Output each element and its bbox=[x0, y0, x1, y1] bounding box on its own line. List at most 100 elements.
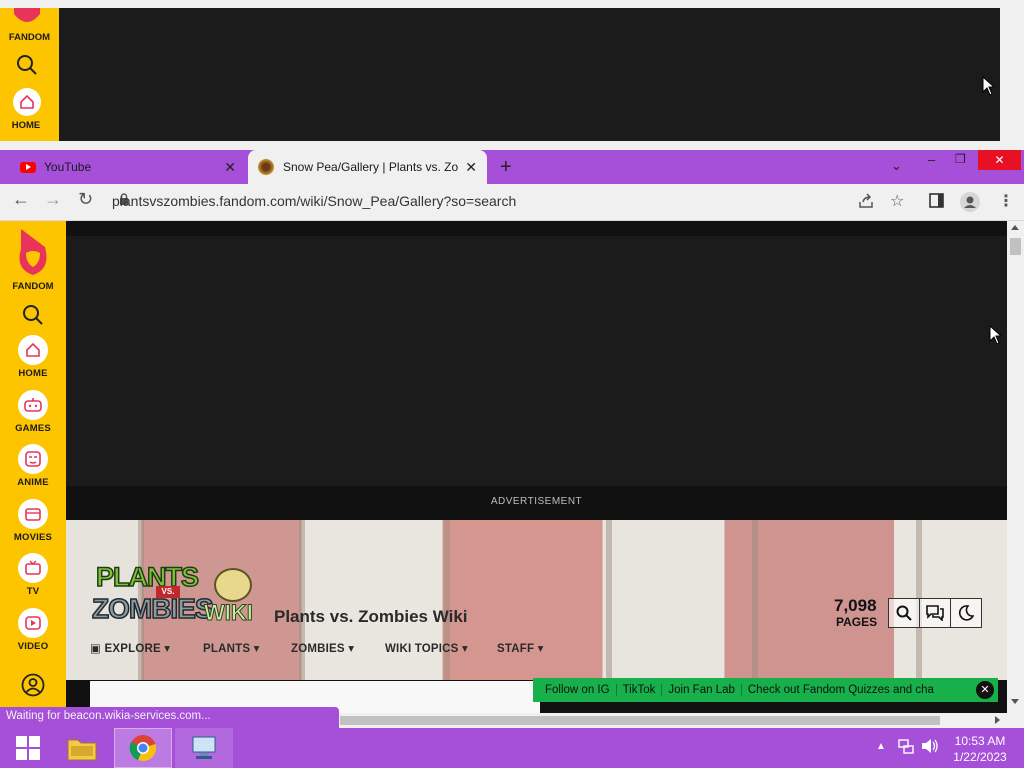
rail-item-games[interactable]: GAMES bbox=[0, 390, 66, 434]
reload-icon[interactable]: ↻ bbox=[78, 189, 93, 210]
youtube-icon bbox=[20, 161, 36, 173]
wiki-search-button[interactable] bbox=[888, 598, 920, 628]
share-icon[interactable] bbox=[858, 193, 874, 214]
nav-label: ZOMBIES bbox=[291, 643, 345, 655]
profile-icon[interactable] bbox=[960, 192, 980, 217]
promo-link-quizzes[interactable]: Check out Fandom Quizzes and cha bbox=[742, 684, 948, 696]
windows-logo-icon bbox=[16, 736, 40, 760]
menu-kebab-icon[interactable]: ⋮ bbox=[998, 191, 1014, 211]
home-icon bbox=[18, 335, 48, 365]
video-ad-area[interactable] bbox=[66, 236, 1007, 486]
logo-text-zombies: ZOMBIES bbox=[91, 592, 214, 625]
restore-button[interactable]: ❐ bbox=[955, 152, 966, 166]
hscrollbar-thumb[interactable] bbox=[340, 716, 940, 725]
volume-icon[interactable] bbox=[921, 738, 939, 757]
chrome-icon bbox=[129, 735, 157, 762]
scroll-right-arrow-icon[interactable] bbox=[995, 716, 1000, 724]
pages-label: PAGES bbox=[836, 615, 878, 629]
logo-text-wiki: WIKI bbox=[204, 600, 254, 626]
tray-overflow-chevron-icon[interactable]: ▲ bbox=[876, 741, 886, 752]
gamepad-icon bbox=[18, 390, 48, 420]
book-icon: ▣ bbox=[90, 643, 102, 655]
nav-wiki-topics[interactable]: WIKI TOPICS ▾ bbox=[385, 641, 468, 655]
taskbar-file-explorer[interactable] bbox=[54, 728, 110, 768]
tab-title: YouTube bbox=[44, 160, 92, 174]
taskbar-chrome[interactable] bbox=[114, 728, 172, 768]
rail-item-label: VIDEO bbox=[17, 641, 49, 652]
nav-staff[interactable]: STAFF ▾ bbox=[497, 641, 544, 655]
background-fandom-rail: FANDOM HOME bbox=[0, 8, 59, 141]
anime-icon bbox=[18, 444, 48, 474]
pages-count: 7,098 bbox=[834, 596, 877, 615]
close-promo-icon[interactable]: ✕ bbox=[976, 681, 994, 699]
taskbar-clock[interactable]: 10:53 AM 1/22/2023 bbox=[944, 733, 1016, 765]
close-tab-icon[interactable]: ✕ bbox=[224, 159, 236, 176]
caret-down-icon: ▾ bbox=[253, 643, 260, 655]
rail-item-home[interactable]: HOME bbox=[0, 335, 66, 379]
promo-link-ig[interactable]: Follow on IG bbox=[533, 684, 617, 696]
close-tab-icon[interactable]: ✕ bbox=[465, 159, 477, 176]
wiki-logo[interactable]: PLANTS VS. ZOMBIES WIKI bbox=[91, 561, 257, 632]
rail-item-movies[interactable]: MOVIES bbox=[0, 499, 66, 543]
home-icon[interactable] bbox=[13, 88, 41, 116]
caret-down-icon: ▾ bbox=[537, 643, 544, 655]
close-window-button[interactable]: ✕ bbox=[978, 150, 1021, 170]
fandom-brand-label: FANDOM bbox=[12, 281, 54, 292]
minimize-button[interactable]: – bbox=[928, 152, 935, 167]
rail-item-video[interactable]: VIDEO bbox=[0, 608, 66, 652]
network-icon[interactable] bbox=[898, 738, 914, 757]
tv-icon bbox=[18, 553, 48, 583]
background-video-area bbox=[59, 8, 1000, 141]
nav-label: STAFF bbox=[497, 643, 535, 655]
scroll-up-arrow-icon[interactable] bbox=[1011, 225, 1019, 230]
wiki-title[interactable]: Plants vs. Zombies Wiki bbox=[274, 607, 468, 627]
theme-toggle-button[interactable] bbox=[950, 598, 982, 628]
nav-label: EXPLORE bbox=[104, 643, 161, 655]
bookmark-star-icon[interactable]: ☆ bbox=[890, 191, 904, 211]
video-icon bbox=[18, 608, 48, 638]
scroll-down-arrow-icon[interactable] bbox=[1011, 699, 1019, 704]
rail-item-label: HOME bbox=[18, 368, 48, 379]
side-panel-icon[interactable] bbox=[929, 193, 944, 213]
scrollbar-thumb[interactable] bbox=[1010, 238, 1021, 255]
discussions-button[interactable] bbox=[919, 598, 951, 628]
nav-plants[interactable]: PLANTS ▾ bbox=[203, 641, 260, 655]
logo-text-plants: PLANTS bbox=[95, 561, 200, 593]
nav-zombies[interactable]: ZOMBIES ▾ bbox=[291, 641, 354, 655]
forward-arrow-icon[interactable]: → bbox=[44, 189, 62, 210]
clock-time: 10:53 AM bbox=[954, 734, 1006, 748]
pvz-favicon bbox=[258, 159, 274, 175]
search-icon[interactable] bbox=[22, 304, 44, 331]
promo-link-tiktok[interactable]: TikTok bbox=[617, 684, 663, 696]
tab-search-chevron-icon[interactable]: ⌄ bbox=[891, 158, 902, 174]
fandom-logo-icon bbox=[10, 8, 44, 28]
rail-item-anime[interactable]: ANIME bbox=[0, 444, 66, 488]
zombie-mascot-icon bbox=[214, 568, 252, 602]
fandom-logo-icon[interactable] bbox=[15, 229, 51, 280]
address-bar[interactable]: plantsvszombies.fandom.com/wiki/Snow_Pea… bbox=[112, 193, 516, 209]
clock-date: 1/22/2023 bbox=[953, 750, 1007, 764]
computer-icon bbox=[192, 736, 216, 759]
status-bubble: Waiting for beacon.wikia-services.com... bbox=[0, 707, 339, 728]
nav-explore[interactable]: ▣ EXPLORE ▾ bbox=[90, 641, 170, 655]
promo-link-fan-lab[interactable]: Join Fan Lab bbox=[662, 684, 742, 696]
caret-down-icon: ▾ bbox=[164, 643, 171, 655]
search-icon[interactable] bbox=[16, 54, 38, 81]
promo-bar: Follow on IG TikTok Join Fan Lab Check o… bbox=[533, 678, 998, 702]
background-home-label: HOME bbox=[11, 120, 41, 131]
taskbar-remote-app[interactable] bbox=[175, 728, 233, 768]
tab-strip: YouTube ✕ Snow Pea/Gallery | Plants vs. … bbox=[0, 150, 1024, 184]
start-button[interactable] bbox=[0, 728, 56, 768]
mouse-cursor-icon bbox=[982, 75, 996, 101]
new-tab-button[interactable]: + bbox=[500, 156, 512, 179]
clapperboard-icon bbox=[18, 499, 48, 529]
caret-down-icon: ▾ bbox=[348, 643, 355, 655]
rail-item-tv[interactable]: TV bbox=[0, 553, 66, 597]
tab-youtube[interactable]: YouTube ✕ bbox=[8, 150, 246, 184]
back-arrow-icon[interactable]: ← bbox=[12, 189, 30, 210]
user-account-icon[interactable] bbox=[21, 673, 45, 702]
vertical-scrollbar[interactable] bbox=[1007, 221, 1024, 713]
nav-label: PLANTS bbox=[203, 643, 251, 655]
rail-item-label: GAMES bbox=[15, 423, 51, 434]
tab-snow-pea-gallery[interactable]: Snow Pea/Gallery | Plants vs. Zom ✕ bbox=[248, 150, 487, 184]
